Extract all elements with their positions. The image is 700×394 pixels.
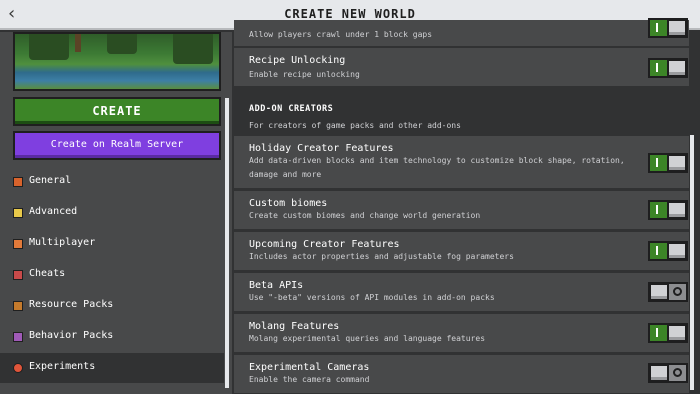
setting-title: Recipe Unlocking: [249, 55, 346, 66]
setting-row-crawl: Allow players crawl under 1 block gaps: [234, 18, 689, 48]
setting-row-experimental-cameras: Experimental Cameras Enable the camera c…: [234, 355, 689, 394]
sidebar-item-behavior-packs[interactable]: Behavior Packs: [0, 322, 224, 352]
sidebar-item-label: Multiplayer: [29, 237, 96, 248]
setting-row-upcoming-creator: Upcoming Creator Features Includes actor…: [234, 232, 689, 272]
settings-scrollbar[interactable]: [690, 135, 694, 390]
experiments-settings-panel: Allow players crawl under 1 block gaps R…: [234, 18, 700, 394]
sidebar-item-label: Behavior Packs: [29, 330, 114, 341]
create-button[interactable]: CREATE: [13, 97, 221, 126]
setting-row-recipe-unlocking: Recipe Unlocking Enable recipe unlocking: [234, 48, 689, 88]
setting-title: Upcoming Creator Features: [249, 239, 400, 250]
upcoming-creator-features-toggle[interactable]: [648, 241, 688, 261]
setting-row-molang-features: Molang Features Molang experimental quer…: [234, 314, 689, 354]
setting-description: Create custom biomes and change world ge…: [249, 211, 481, 220]
advanced-icon: [13, 208, 23, 218]
sidebar-item-experiments[interactable]: Experiments: [0, 353, 224, 383]
setting-title: Experimental Cameras: [249, 362, 370, 373]
page-title: CREATE NEW WORLD: [284, 7, 416, 21]
recipe-unlocking-toggle[interactable]: [648, 58, 688, 78]
sidebar-scrollbar[interactable]: [225, 98, 229, 388]
setting-description: Molang experimental queries and language…: [249, 334, 486, 343]
setting-title: Molang Features: [249, 321, 340, 332]
setting-description: Enable the camera command: [249, 375, 370, 384]
sidebar-item-label: General: [29, 175, 72, 186]
sidebar-item-label: Experiments: [29, 361, 96, 372]
sidebar-item-label: Cheats: [29, 268, 66, 279]
setting-description: Includes actor properties and adjustable…: [249, 252, 514, 261]
experimental-cameras-toggle[interactable]: [648, 363, 688, 383]
cheats-icon: [13, 270, 23, 280]
setting-title: Custom biomes: [249, 198, 328, 209]
behavior-packs-icon: [13, 332, 23, 342]
crawl-toggle[interactable]: [648, 18, 688, 38]
world-preview-image: [13, 32, 221, 91]
setting-description: Use "-beta" versions of API modules in a…: [249, 293, 495, 302]
beta-apis-toggle[interactable]: [648, 282, 688, 302]
sidebar: CREATE Create on Realm Server General Ad…: [0, 32, 232, 394]
create-on-realm-button[interactable]: Create on Realm Server: [13, 131, 221, 160]
setting-description: Add data-driven blocks and item technolo…: [249, 156, 625, 179]
custom-biomes-toggle[interactable]: [648, 200, 688, 220]
experiments-icon: [13, 363, 23, 373]
section-heading: ADD-ON CREATORS: [249, 104, 334, 114]
setting-row-beta-apis: Beta APIs Use "-beta" versions of API mo…: [234, 273, 689, 313]
resource-packs-icon: [13, 301, 23, 311]
sidebar-item-label: Advanced: [29, 206, 78, 217]
sidebar-item-multiplayer[interactable]: Multiplayer: [0, 229, 224, 259]
setting-title: Holiday Creator Features: [249, 143, 394, 154]
sidebar-item-advanced[interactable]: Advanced: [0, 198, 224, 228]
general-icon: [13, 177, 23, 187]
sidebar-item-resource-packs[interactable]: Resource Packs: [0, 291, 224, 321]
setting-row-holiday-creator: Holiday Creator Features Add data-driven…: [234, 136, 689, 190]
sidebar-item-label: Resource Packs: [29, 299, 114, 310]
setting-row-custom-biomes: Custom biomes Create custom biomes and c…: [234, 191, 689, 231]
multiplayer-icon: [13, 239, 23, 249]
setting-description: Allow players crawl under 1 block gaps: [249, 30, 433, 39]
holiday-creator-features-toggle[interactable]: [648, 153, 688, 173]
molang-features-toggle[interactable]: [648, 323, 688, 343]
sidebar-item-general[interactable]: General: [0, 167, 224, 197]
setting-description: Enable recipe unlocking: [249, 70, 360, 79]
setting-title: Beta APIs: [249, 280, 304, 291]
section-description: For creators of game packs and other add…: [249, 121, 461, 130]
sidebar-item-cheats[interactable]: Cheats: [0, 260, 224, 290]
